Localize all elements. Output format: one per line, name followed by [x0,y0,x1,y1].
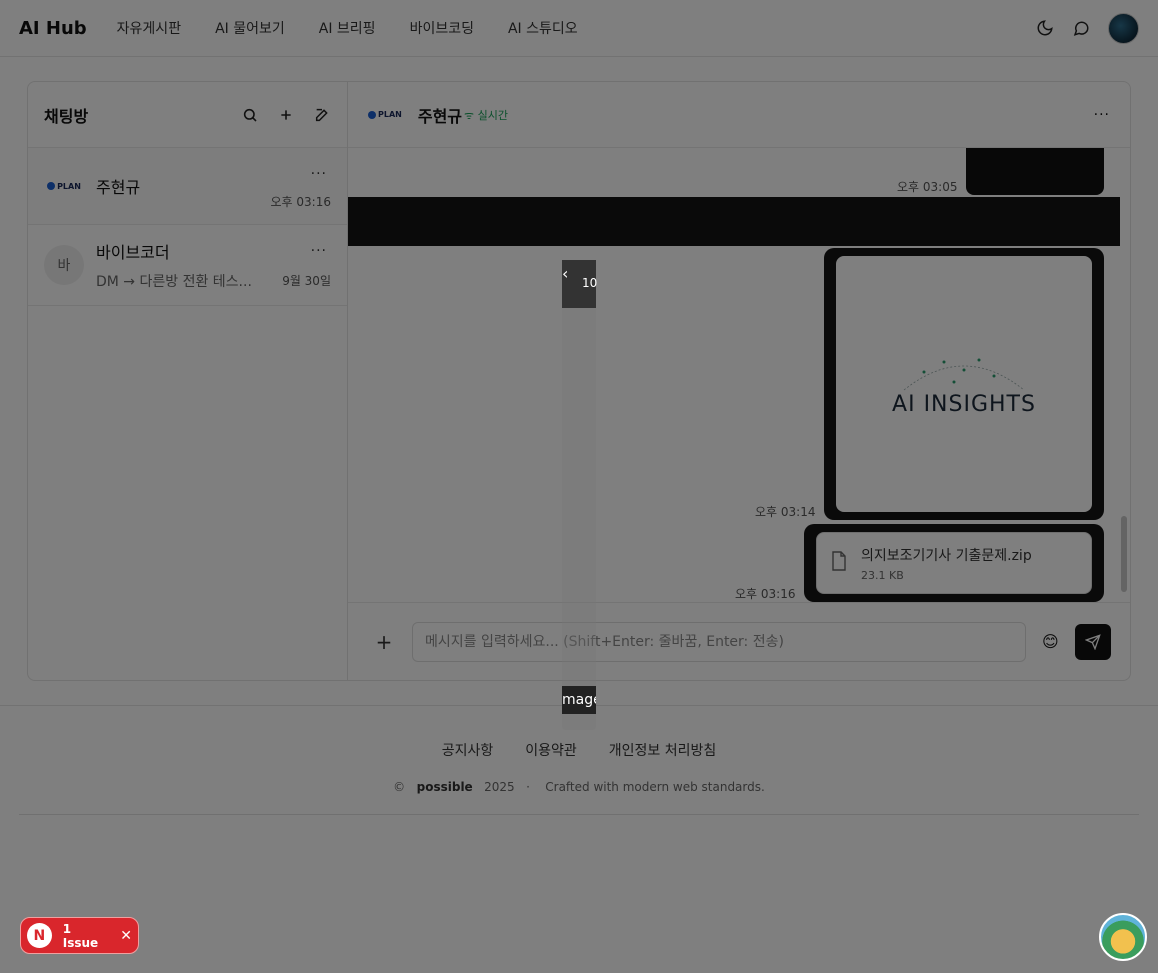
issue-count: 1 Issue [62,921,99,950]
image-counter: 10 [582,276,598,290]
chevron-left-icon[interactable]: ‹ [562,264,568,283]
image-viewer-toolbar: ‹ 10 [562,260,598,308]
close-icon[interactable]: ✕ [120,928,132,944]
issue-badge[interactable]: N 1 Issue ✕ [20,917,139,954]
image-viewer-caption: mage [562,686,596,714]
image-viewer [562,260,596,730]
n-logo-icon: N [27,923,52,948]
island-avatar-icon[interactable] [1099,913,1147,961]
